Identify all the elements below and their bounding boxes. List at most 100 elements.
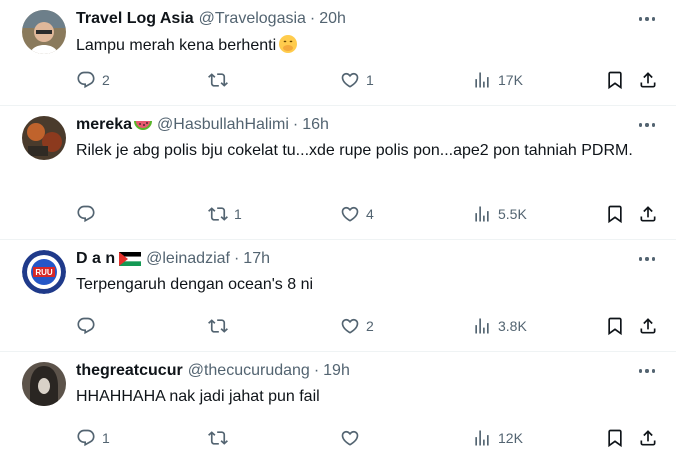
share-button[interactable] bbox=[638, 314, 658, 338]
user-handle[interactable]: @HasbullahHalimi bbox=[157, 116, 289, 134]
views-button[interactable]: 12K bbox=[472, 426, 523, 450]
display-name[interactable]: Travel Log Asia bbox=[76, 10, 194, 28]
views-button[interactable]: 3.8K bbox=[472, 314, 527, 338]
retweet-icon bbox=[208, 70, 228, 90]
view-count: 17K bbox=[498, 72, 523, 88]
view-count: 3.8K bbox=[498, 318, 527, 334]
view-count: 12K bbox=[498, 430, 523, 446]
tweet-text: Rilek je abg polis bju cokelat tu...xde … bbox=[76, 142, 633, 159]
user-handle[interactable]: @leinadziaf bbox=[146, 250, 230, 268]
avatar[interactable] bbox=[22, 362, 66, 406]
heart-icon bbox=[340, 204, 360, 224]
bookmark-icon bbox=[605, 204, 625, 224]
reply-icon bbox=[76, 316, 96, 336]
separator-dot: · bbox=[233, 250, 240, 267]
share-button[interactable] bbox=[638, 426, 658, 450]
more-icon[interactable] bbox=[636, 362, 658, 380]
bookmark-button[interactable] bbox=[605, 68, 625, 92]
tweet[interactable]: Travel Log Asia @Travelogasia · 20h Lamp… bbox=[0, 0, 676, 106]
views-button[interactable]: 17K bbox=[472, 68, 523, 92]
reply-icon bbox=[76, 204, 96, 224]
action-bar: 1 4 5.5K bbox=[76, 202, 658, 226]
avatar[interactable]: RUU bbox=[22, 250, 66, 294]
like-count: 1 bbox=[366, 72, 374, 88]
reply-button[interactable]: 1 bbox=[76, 426, 110, 450]
share-icon bbox=[638, 204, 658, 224]
share-icon bbox=[638, 316, 658, 336]
tweet-text: HHAHHAHA nak jadi jahat pun fail bbox=[76, 388, 320, 405]
like-button[interactable]: 2 bbox=[340, 314, 374, 338]
timestamp[interactable]: 17h bbox=[243, 250, 270, 268]
retweet-button[interactable] bbox=[208, 68, 234, 92]
share-icon bbox=[638, 70, 658, 90]
user-handle[interactable]: @Travelogasia bbox=[199, 10, 306, 28]
separator-dot: · bbox=[309, 10, 316, 27]
reply-feed: Travel Log Asia @Travelogasia · 20h Lamp… bbox=[0, 0, 676, 465]
views-icon bbox=[472, 428, 492, 448]
more-icon[interactable] bbox=[636, 116, 658, 134]
reply-count: 2 bbox=[102, 72, 110, 88]
bookmark-icon bbox=[605, 428, 625, 448]
timestamp[interactable]: 16h bbox=[302, 116, 329, 134]
display-name[interactable]: thegreatcucur bbox=[76, 362, 183, 380]
share-button[interactable] bbox=[638, 202, 658, 226]
tweet-header: thegreatcucur @thecucurudang · 19h bbox=[76, 360, 350, 382]
tweet-text-content: Lampu merah kena berhenti bbox=[76, 37, 277, 54]
avatar-text: RUU bbox=[35, 268, 53, 277]
retweet-count: 1 bbox=[234, 206, 242, 222]
user-handle[interactable]: @thecucurudang bbox=[188, 362, 310, 380]
view-count: 5.5K bbox=[498, 206, 527, 222]
avatar[interactable] bbox=[22, 10, 66, 54]
retweet-icon bbox=[208, 428, 228, 448]
action-bar: 2 3.8K bbox=[76, 314, 658, 338]
tweet[interactable]: mereka @HasbullahHalimi · 16h Rilek je a… bbox=[0, 106, 676, 240]
reply-button[interactable] bbox=[76, 202, 102, 226]
tweet-text: Lampu merah kena berhenti bbox=[76, 34, 636, 57]
palestine-flag-emoji bbox=[119, 252, 142, 266]
like-button[interactable]: 1 bbox=[340, 68, 374, 92]
tweet[interactable]: thegreatcucur @thecucurudang · 19h HHAHH… bbox=[0, 352, 676, 465]
tweet-header: Travel Log Asia @Travelogasia · 20h bbox=[76, 8, 346, 30]
like-button[interactable]: 4 bbox=[340, 202, 374, 226]
more-icon[interactable] bbox=[636, 10, 658, 28]
separator-dot: · bbox=[292, 116, 299, 133]
timestamp[interactable]: 20h bbox=[319, 10, 346, 28]
separator-dot: · bbox=[313, 362, 320, 379]
reply-count: 1 bbox=[102, 430, 110, 446]
retweet-button[interactable]: 1 bbox=[208, 202, 242, 226]
display-name[interactable]: mereka bbox=[76, 116, 132, 134]
action-bar: 1 12K bbox=[76, 426, 658, 450]
retweet-button[interactable] bbox=[208, 426, 234, 450]
watermelon-emoji bbox=[134, 120, 153, 130]
action-bar: 2 1 17K bbox=[76, 68, 658, 92]
reply-icon bbox=[76, 428, 96, 448]
retweet-icon bbox=[208, 316, 228, 336]
reply-icon bbox=[76, 70, 96, 90]
like-count: 2 bbox=[366, 318, 374, 334]
retweet-button[interactable] bbox=[208, 314, 234, 338]
views-icon bbox=[472, 316, 492, 336]
bookmark-icon bbox=[605, 70, 625, 90]
more-icon[interactable] bbox=[636, 250, 658, 268]
like-count: 4 bbox=[366, 206, 374, 222]
like-button[interactable] bbox=[340, 426, 366, 450]
display-name[interactable]: D a n bbox=[76, 250, 115, 268]
views-button[interactable]: 5.5K bbox=[472, 202, 527, 226]
bookmark-button[interactable] bbox=[605, 202, 625, 226]
timestamp[interactable]: 19h bbox=[323, 362, 350, 380]
tweet[interactable]: RUU D a n @leinadziaf · 17h Terpengaruh … bbox=[0, 240, 676, 352]
heart-icon bbox=[340, 428, 360, 448]
bookmark-button[interactable] bbox=[605, 426, 625, 450]
share-button[interactable] bbox=[638, 68, 658, 92]
bookmark-button[interactable] bbox=[605, 314, 625, 338]
share-icon bbox=[638, 428, 658, 448]
retweet-icon bbox=[208, 204, 228, 224]
avatar[interactable] bbox=[22, 116, 66, 160]
views-icon bbox=[472, 204, 492, 224]
reply-button[interactable] bbox=[76, 314, 102, 338]
reply-button[interactable]: 2 bbox=[76, 68, 110, 92]
heart-icon bbox=[340, 316, 360, 336]
tweet-header: D a n @leinadziaf · 17h bbox=[76, 248, 270, 270]
bookmark-icon bbox=[605, 316, 625, 336]
tweet-header: mereka @HasbullahHalimi · 16h bbox=[76, 114, 329, 136]
